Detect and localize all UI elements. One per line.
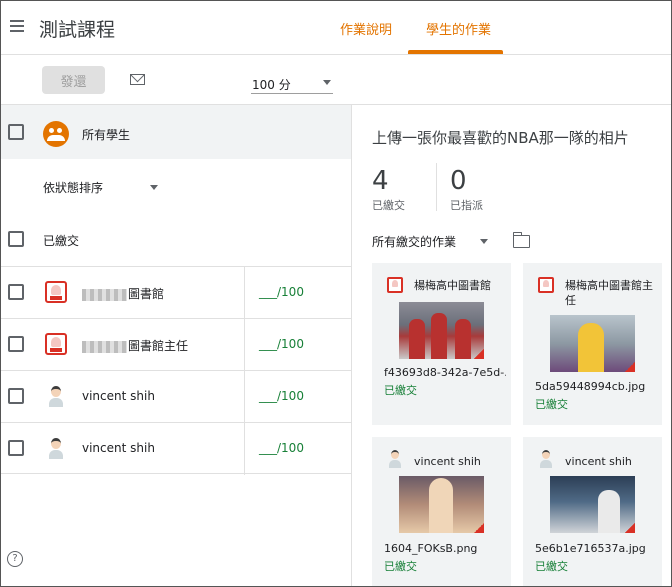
student-row[interactable]: 圖書館 ___/100 (1, 266, 351, 319)
avatar (46, 384, 66, 408)
sort-dropdown[interactable]: 依狀態排序 (43, 179, 163, 199)
submission-card[interactable]: vincent shih 5e6b1e716537a.jpg 已繳交 (523, 437, 662, 586)
file-name: 5e6b1e716537a.jpg (535, 542, 646, 555)
card-student-name: 楊梅高中圖書館主任 (565, 279, 653, 307)
student-name: vincent shih (82, 441, 155, 455)
submission-thumbnail (550, 315, 635, 372)
student-name: 圖書館主任 (82, 337, 188, 354)
card-status: 已繳交 (384, 560, 417, 573)
submission-card[interactable]: vincent shih 1604_FOKsB.png 已繳交 (372, 437, 511, 586)
submission-thumbnail (399, 476, 484, 533)
file-name: 5da59448994cb.jpg (535, 380, 646, 393)
turned-in-stat: 4 已繳交 (372, 165, 405, 213)
divider (244, 319, 245, 371)
blurred-name (82, 288, 127, 301)
card-status: 已繳交 (535, 560, 568, 573)
avatar (387, 449, 403, 469)
submission-thumbnail (550, 476, 635, 533)
student-checkbox[interactable] (8, 336, 24, 352)
help-icon[interactable]: ? (7, 551, 23, 567)
student-list-panel: 所有學生 依狀態排序 已繳交 圖書館 ___/100 圖書館主任 ___/100 (1, 105, 352, 586)
student-checkbox[interactable] (8, 284, 24, 300)
classroom-window: 測試課程 作業說明 學生的作業 發還 100 分 所有學生 依狀態排序 已繳交 (0, 0, 672, 587)
turned-in-label: 已繳交 (372, 199, 405, 212)
blurred-name (82, 340, 127, 353)
avatar (45, 333, 67, 355)
avatar (46, 436, 66, 460)
turned-in-section-label: 已繳交 (43, 234, 80, 248)
select-all-checkbox[interactable] (8, 124, 24, 140)
submission-thumbnail (399, 302, 484, 359)
folder-icon[interactable] (512, 232, 530, 248)
grade-field[interactable]: ___/100 (259, 441, 304, 455)
grade-field[interactable]: ___/100 (259, 389, 304, 403)
sort-label: 依狀態排序 (43, 181, 104, 195)
assignment-title: 上傳一張你最喜歡的NBA那一隊的相片 (372, 129, 629, 147)
divider (244, 371, 245, 423)
divider (244, 267, 245, 319)
student-name: 圖書館 (82, 285, 164, 302)
turned-in-count: 4 (372, 166, 389, 196)
chevron-down-icon (480, 239, 488, 244)
student-row[interactable]: vincent shih ___/100 (1, 370, 351, 423)
card-status: 已繳交 (384, 384, 417, 397)
student-checkbox[interactable] (8, 388, 24, 404)
chevron-down-icon (323, 80, 331, 85)
active-tab-indicator (408, 50, 503, 54)
avatar (538, 277, 554, 293)
toolbar: 發還 100 分 (1, 55, 671, 105)
avatar (45, 281, 67, 303)
file-type-badge (474, 349, 484, 359)
divider (436, 163, 437, 211)
all-students-label: 所有學生 (82, 128, 131, 142)
file-type-badge (474, 523, 484, 533)
submission-filter-dropdown[interactable]: 所有繳交的作業 (372, 233, 490, 251)
file-name: f43693d8-342a-7e5d-... (384, 366, 506, 379)
filter-label: 所有繳交的作業 (372, 235, 457, 249)
mail-icon[interactable] (130, 74, 145, 85)
file-type-badge (625, 362, 635, 372)
student-row[interactable]: vincent shih ___/100 (1, 422, 351, 475)
student-row[interactable]: 圖書館主任 ___/100 (1, 318, 351, 371)
assignment-panel: 上傳一張你最喜歡的NBA那一隊的相片 4 已繳交 0 已指派 所有繳交的作業 楊… (352, 105, 671, 586)
group-icon (43, 121, 69, 147)
turned-in-section-header: 已繳交 (1, 219, 351, 259)
card-student-name: vincent shih (565, 455, 632, 468)
card-status: 已繳交 (535, 398, 568, 411)
course-title: 測試課程 (39, 19, 116, 41)
grade-field[interactable]: ___/100 (259, 285, 304, 299)
avatar (387, 277, 403, 293)
tab-instructions[interactable]: 作業說明 (340, 19, 392, 38)
select-turned-in-checkbox[interactable] (8, 231, 24, 247)
assigned-label: 已指派 (450, 199, 483, 212)
student-name: vincent shih (82, 389, 155, 403)
avatar (538, 449, 554, 469)
chevron-down-icon (150, 185, 158, 190)
assigned-count: 0 (450, 166, 467, 196)
file-name: 1604_FOKsB.png (384, 542, 478, 555)
assigned-stat: 0 已指派 (450, 165, 483, 213)
grade-field[interactable]: ___/100 (259, 337, 304, 351)
student-checkbox[interactable] (8, 440, 24, 456)
tab-student-work[interactable]: 學生的作業 (426, 19, 491, 38)
card-student-name: 楊梅高中圖書館 (414, 279, 491, 292)
file-type-badge (625, 523, 635, 533)
card-student-name: vincent shih (414, 455, 481, 468)
top-bar: 測試課程 作業說明 學生的作業 (1, 1, 671, 55)
divider (244, 423, 245, 475)
menu-icon[interactable] (10, 20, 24, 32)
points-select[interactable]: 100 分 (251, 72, 333, 94)
all-students-row[interactable]: 所有學生 (1, 105, 351, 159)
submission-card[interactable]: 楊梅高中圖書館 f43693d8-342a-7e5d-... 已繳交 (372, 263, 511, 425)
return-button[interactable]: 發還 (42, 66, 105, 94)
submission-card[interactable]: 楊梅高中圖書館主任 5da59448994cb.jpg 已繳交 (523, 263, 662, 425)
points-value: 100 分 (252, 78, 291, 92)
